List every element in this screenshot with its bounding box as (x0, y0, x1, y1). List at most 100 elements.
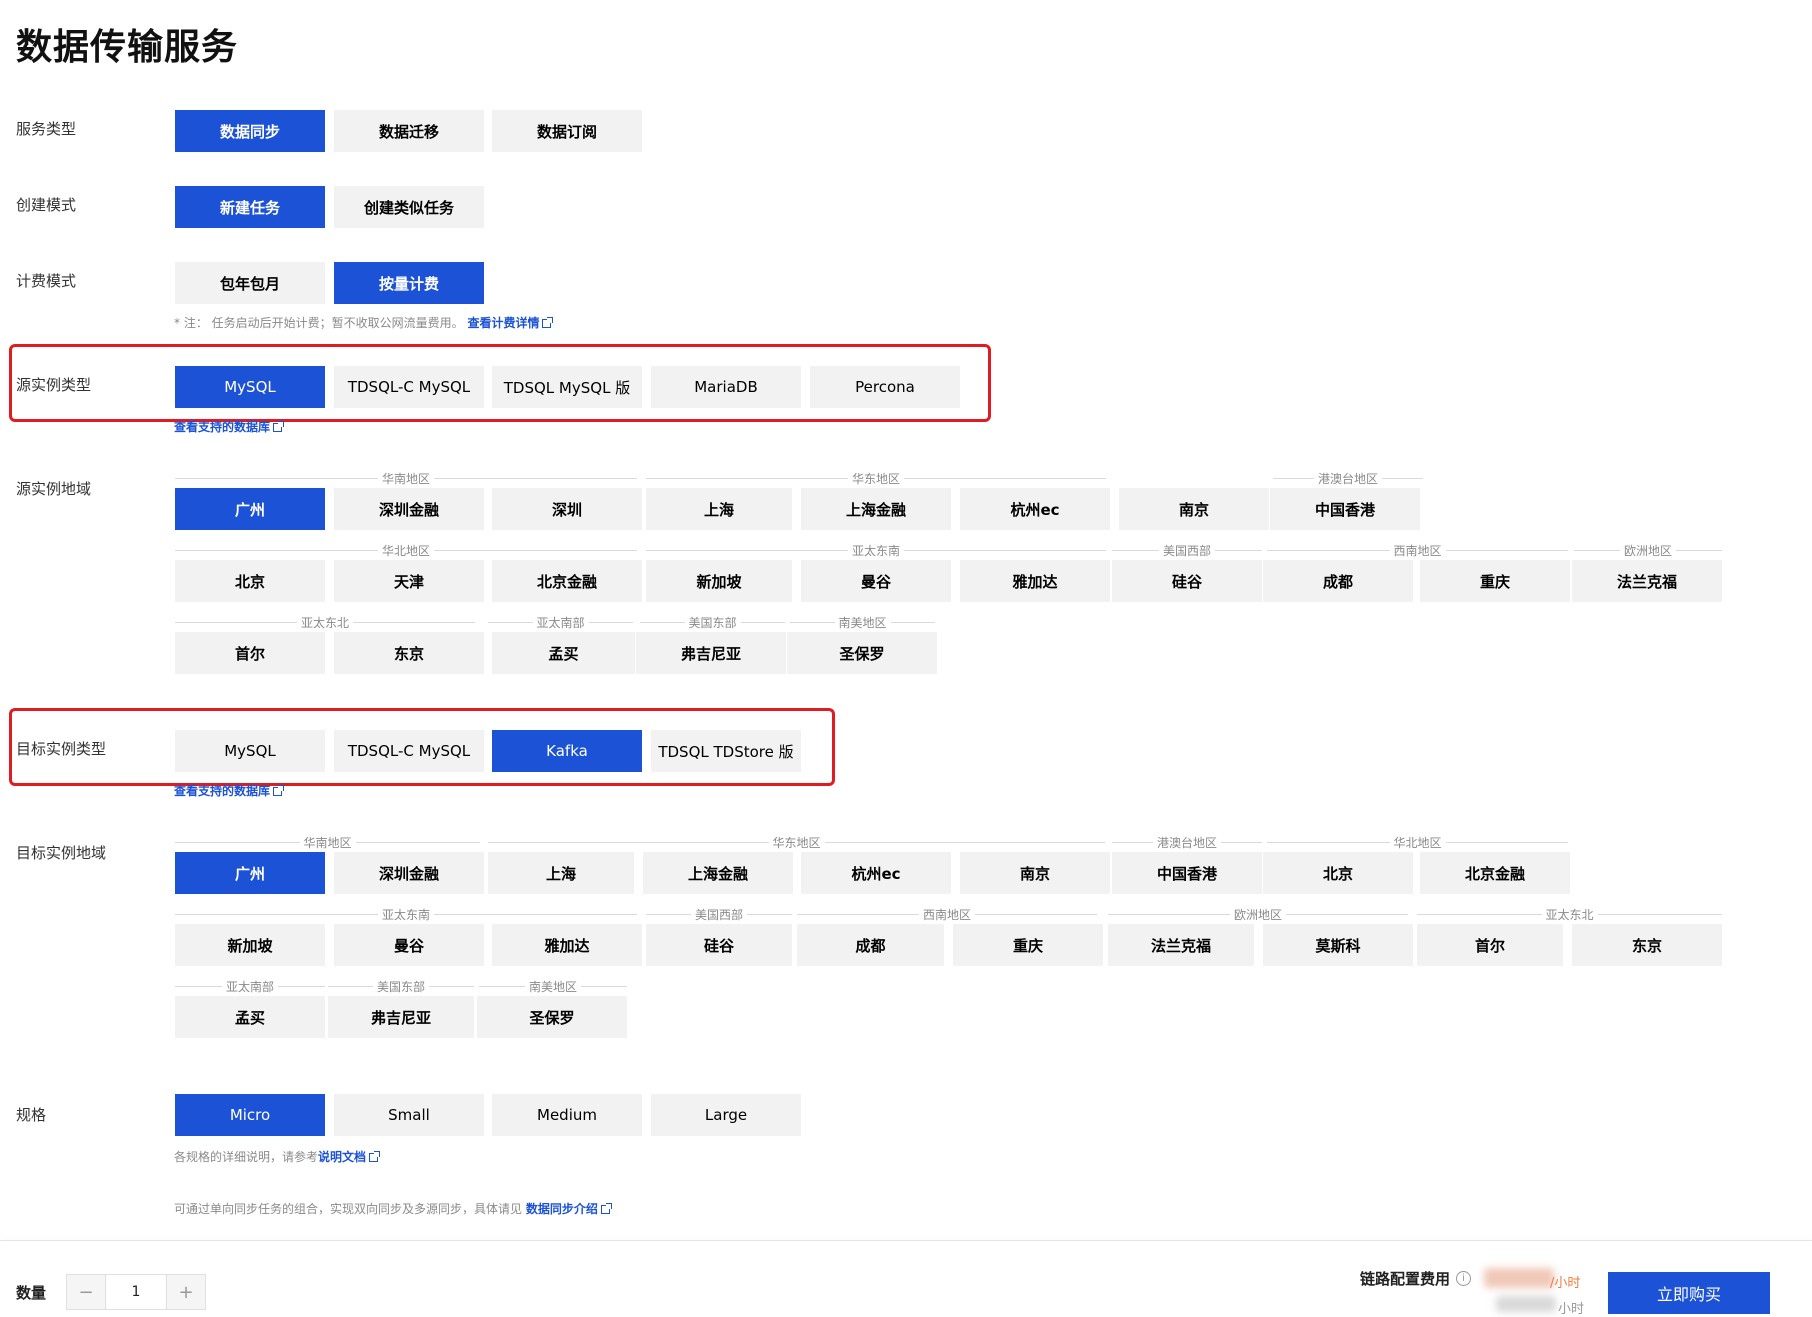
target-region-label: 目标实例地域 (16, 844, 107, 862)
source-region-option[interactable]: 法兰克福 (1572, 560, 1722, 602)
create-mode-option-similar[interactable]: 创建类似任务 (334, 186, 484, 228)
source-region-option[interactable]: 硅谷 (1112, 560, 1262, 602)
source-region-option[interactable]: 孟买 (492, 632, 635, 674)
target-type-option-mysql[interactable]: MySQL (175, 730, 325, 772)
source-region-option[interactable]: 广州 (175, 488, 325, 530)
source-region-option[interactable]: 天津 (334, 560, 484, 602)
source-region-option[interactable]: 成都 (1263, 560, 1413, 602)
link-fee-label: 链路配置费用 i (1360, 1268, 1472, 1289)
spec-note: 各规格的详细说明，请参考说明文档 (174, 1148, 379, 1165)
target-region-option[interactable]: 杭州ec (801, 852, 951, 894)
external-link-icon (369, 1153, 379, 1162)
source-supported-db-link[interactable]: 查看支持的数据库 (174, 418, 283, 435)
external-link-icon (273, 787, 283, 796)
create-mode-option-new[interactable]: 新建任务 (175, 186, 325, 228)
billing-detail-link[interactable]: 查看计费详情 (467, 316, 552, 330)
target-region-option[interactable]: 曼谷 (334, 924, 484, 966)
target-region-option[interactable]: 首尔 (1417, 924, 1563, 966)
source-type-option-mysql[interactable]: MySQL (175, 366, 325, 408)
quantity-stepper: − 1 + (66, 1274, 206, 1310)
target-region-option[interactable]: 雅加达 (492, 924, 642, 966)
price-unit: /小时 (1550, 1276, 1581, 1291)
source-region-option[interactable]: 南京 (1119, 488, 1269, 530)
target-region-option[interactable]: 硅谷 (646, 924, 792, 966)
billing-mode-option-monthly[interactable]: 包年包月 (175, 262, 325, 304)
source-region-option[interactable]: 北京金融 (492, 560, 642, 602)
target-region-option[interactable]: 北京金融 (1420, 852, 1570, 894)
quantity-decrease-button[interactable]: − (67, 1275, 105, 1309)
spec-doc-link[interactable]: 说明文档 (318, 1150, 379, 1164)
buy-now-button[interactable]: 立即购买 (1608, 1272, 1770, 1314)
source-region-option[interactable]: 上海金融 (801, 488, 951, 530)
service-type-option-sync[interactable]: 数据同步 (175, 110, 325, 152)
target-region-group-south-america: 南美地区 (479, 979, 628, 994)
source-region-option[interactable]: 东京 (334, 632, 484, 674)
target-region-option[interactable]: 重庆 (953, 924, 1103, 966)
spec-option-micro[interactable]: Micro (175, 1094, 325, 1136)
target-supported-db-link[interactable]: 查看支持的数据库 (174, 782, 283, 799)
source-region-option[interactable]: 北京 (175, 560, 325, 602)
source-type-label: 源实例类型 (16, 376, 92, 394)
source-region-option[interactable]: 首尔 (175, 632, 325, 674)
target-region-group-apac-se: 亚太东南 (175, 907, 638, 922)
billing-mode-option-pay-as-you-go[interactable]: 按量计费 (334, 262, 484, 304)
target-region-group-north-china: 华北地区 (1267, 835, 1569, 850)
target-region-option[interactable]: 上海金融 (643, 852, 793, 894)
external-link-icon (273, 423, 283, 432)
target-region-option[interactable]: 东京 (1572, 924, 1722, 966)
target-region-option[interactable]: 广州 (175, 852, 325, 894)
target-region-option[interactable]: 弗吉尼亚 (328, 996, 474, 1038)
spec-label: 规格 (16, 1106, 47, 1124)
external-link-icon (600, 1205, 610, 1214)
source-type-option-mariadb[interactable]: MariaDB (651, 366, 801, 408)
source-region-option[interactable]: 深圳金融 (334, 488, 484, 530)
target-region-option[interactable]: 中国香港 (1112, 852, 1262, 894)
target-region-option[interactable]: 深圳金融 (334, 852, 484, 894)
source-region-option[interactable]: 弗吉尼亚 (636, 632, 786, 674)
source-region-option[interactable]: 新加坡 (646, 560, 792, 602)
page-title: 数据传输服务 (16, 27, 239, 68)
sync-intro-link[interactable]: 数据同步介绍 (526, 1202, 610, 1216)
target-type-label: 目标实例类型 (16, 740, 107, 758)
target-region-option[interactable]: 成都 (797, 924, 944, 966)
source-region-option[interactable]: 曼谷 (801, 560, 951, 602)
quantity-input[interactable]: 1 (105, 1275, 167, 1309)
source-region-group-europe: 欧洲地区 (1574, 543, 1723, 558)
source-type-option-tdsql-mysql[interactable]: TDSQL MySQL 版 (492, 366, 642, 408)
spec-option-medium[interactable]: Medium (492, 1094, 642, 1136)
target-region-option[interactable]: 圣保罗 (477, 996, 627, 1038)
source-region-group-east-china: 华东地区 (646, 471, 1107, 486)
target-region-option[interactable]: 南京 (960, 852, 1110, 894)
source-region-group-apac-south: 亚太南部 (488, 615, 634, 630)
target-region-option[interactable]: 法兰克福 (1108, 924, 1254, 966)
source-region-option[interactable]: 雅加达 (960, 560, 1110, 602)
source-region-group-south-america: 南美地区 (790, 615, 936, 630)
original-price-unit: 小时 (1558, 1302, 1585, 1317)
target-region-option[interactable]: 新加坡 (175, 924, 325, 966)
price-value-blurred (1484, 1268, 1554, 1288)
quantity-increase-button[interactable]: + (167, 1275, 205, 1309)
service-type-option-subscribe[interactable]: 数据订阅 (492, 110, 642, 152)
target-region-group-south-china: 华南地区 (175, 835, 481, 850)
target-region-option[interactable]: 孟买 (175, 996, 325, 1038)
target-type-option-tdstore[interactable]: TDSQL TDStore 版 (651, 730, 801, 772)
target-region-group-hk-mo-tw: 港澳台地区 (1112, 835, 1263, 850)
source-type-option-tdsql-c[interactable]: TDSQL-C MySQL (334, 366, 484, 408)
source-type-option-percona[interactable]: Percona (810, 366, 960, 408)
info-icon[interactable]: i (1456, 1271, 1472, 1286)
target-region-option[interactable]: 北京 (1263, 852, 1413, 894)
source-region-option[interactable]: 重庆 (1420, 560, 1570, 602)
spec-option-large[interactable]: Large (651, 1094, 801, 1136)
target-region-option[interactable]: 上海 (488, 852, 634, 894)
target-type-option-kafka[interactable]: Kafka (492, 730, 642, 772)
billing-note-text: * 注： 任务启动后开始计费；暂不收取公网流量费用。 (174, 316, 464, 330)
target-region-option[interactable]: 莫斯科 (1263, 924, 1413, 966)
source-region-option[interactable]: 中国香港 (1270, 488, 1420, 530)
source-region-option[interactable]: 圣保罗 (787, 632, 937, 674)
source-region-option[interactable]: 深圳 (492, 488, 642, 530)
spec-option-small[interactable]: Small (334, 1094, 484, 1136)
source-region-option[interactable]: 上海 (646, 488, 792, 530)
service-type-option-migrate[interactable]: 数据迁移 (334, 110, 484, 152)
source-region-option[interactable]: 杭州ec (960, 488, 1110, 530)
target-type-option-tdsql-c[interactable]: TDSQL-C MySQL (334, 730, 484, 772)
